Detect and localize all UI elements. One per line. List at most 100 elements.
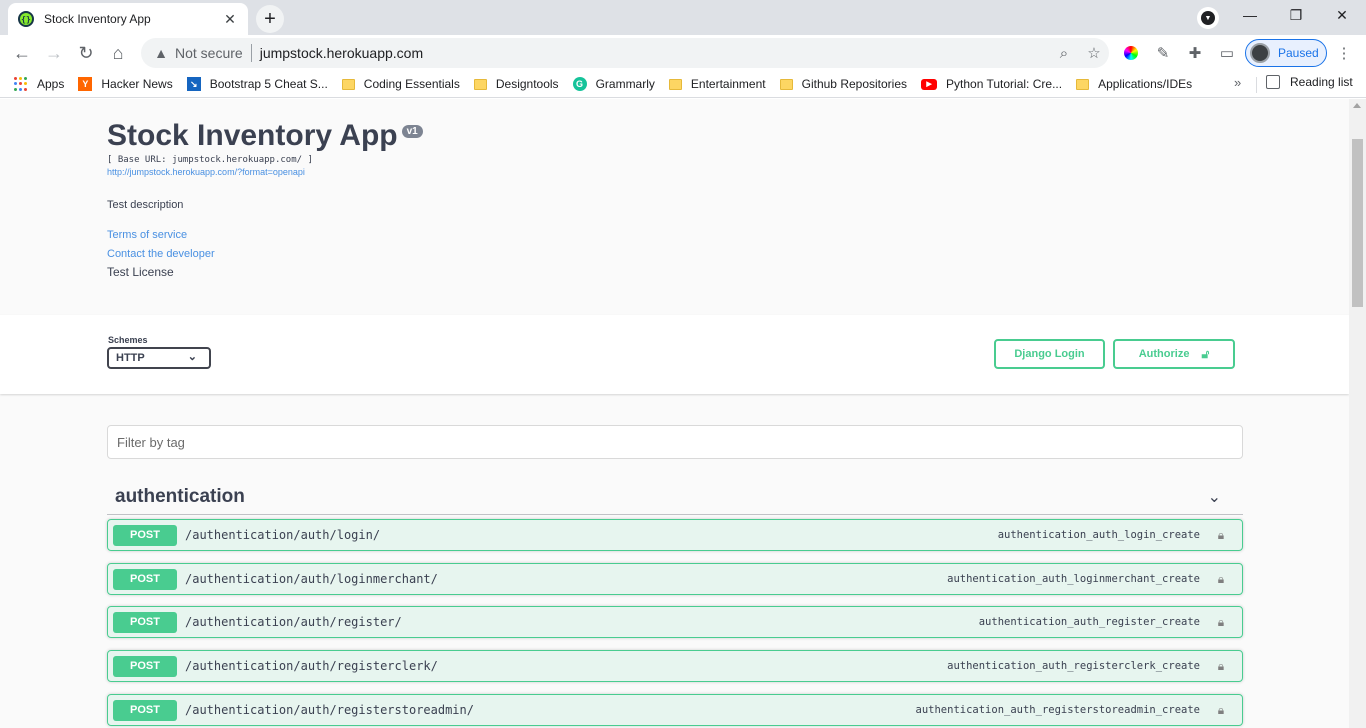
back-arrow-icon[interactable]: ← (7, 38, 37, 68)
bookmark-designtools[interactable]: Designtools (473, 77, 559, 91)
method-badge: POST (113, 524, 177, 546)
lock-icon[interactable]: 🔒︎ (1214, 659, 1228, 674)
vertical-scrollbar[interactable] (1349, 99, 1366, 728)
operation-path: /authentication/auth/registerstoreadmin/ (185, 703, 474, 717)
close-window-button[interactable]: ✕ (1319, 0, 1365, 30)
extensions-puzzle-icon[interactable]: ✚ (1183, 41, 1207, 65)
operation-post-register[interactable]: POST /authentication/auth/register/ auth… (107, 606, 1243, 638)
authorize-button[interactable]: Authorize 🔓︎ (1113, 339, 1235, 369)
operation-id: authentication_auth_login_create (997, 529, 1200, 541)
license-text: Test License (107, 265, 174, 279)
chevron-down-icon: ▼ (1201, 11, 1215, 25)
folder-icon (473, 78, 487, 90)
browser-toolbar: ← → ↻ ⌂ ▲ Not secure jumpstock.herokuapp… (0, 35, 1366, 71)
address-bar[interactable]: ▲ Not secure jumpstock.herokuapp.com ⌕ ☆ (141, 38, 1109, 68)
bookmark-label: Designtools (495, 77, 559, 91)
reload-icon[interactable]: ↻ (71, 38, 101, 68)
contact-developer-link[interactable]: Contact the developer (107, 248, 1243, 260)
minimize-button[interactable]: — (1227, 0, 1273, 30)
bookmark-label: Applications/IDEs (1098, 77, 1193, 91)
profile-button[interactable]: Paused (1245, 39, 1327, 67)
scrollbar-thumb[interactable] (1352, 139, 1363, 307)
tag-section-authentication[interactable]: authentication ⌄ (107, 479, 1243, 515)
folder-icon (668, 78, 682, 90)
bootstrap-icon: ↘ (186, 77, 201, 91)
bookmark-label: Coding Essentials (363, 77, 460, 91)
operation-post-registerstoreadmin[interactable]: POST /authentication/auth/registerstorea… (107, 694, 1243, 726)
cast-icon[interactable]: ▭ (1215, 41, 1239, 65)
lock-icon[interactable]: 🔒︎ (1214, 572, 1228, 587)
bookmark-python-tutorial[interactable]: ▶ Python Tutorial: Cre... (921, 77, 1062, 91)
browser-tab[interactable]: {} Stock Inventory App ✕ (8, 3, 248, 35)
base-url: [ Base URL: jumpstock.herokuapp.com/ ] (107, 155, 313, 165)
bookmark-hacker-news[interactable]: Y Hacker News (78, 77, 173, 91)
swagger-favicon-icon: {} (18, 11, 34, 27)
restore-button[interactable]: ❐ (1273, 0, 1319, 30)
operation-path: /authentication/auth/registerclerk/ (185, 659, 438, 673)
bookmark-label: Grammarly (595, 77, 655, 91)
openapi-spec-link[interactable]: http://jumpstock.herokuapp.com/?format=o… (107, 167, 1243, 177)
close-tab-icon[interactable]: ✕ (222, 11, 238, 27)
more-bookmarks-icon[interactable]: » (1234, 75, 1241, 90)
url-text[interactable]: jumpstock.herokuapp.com (260, 45, 1049, 61)
bookmark-coding-essentials[interactable]: Coding Essentials (341, 77, 460, 91)
bookmark-label: Github Repositories (801, 77, 908, 91)
warning-icon[interactable]: ▲ (153, 45, 169, 61)
unlocked-icon: 🔓︎ (1201, 346, 1210, 361)
bookmark-entertainment[interactable]: Entertainment (668, 77, 766, 91)
forward-arrow-icon[interactable]: → (39, 38, 69, 68)
chevron-down-icon[interactable]: ⌄ (1208, 487, 1221, 507)
security-label[interactable]: Not secure (175, 45, 243, 61)
method-badge: POST (113, 568, 177, 590)
eyedropper-extension-icon[interactable]: ✎ (1151, 41, 1175, 65)
api-info: Stock Inventory App v1 [ Base URL: jumps… (107, 119, 1243, 279)
home-icon[interactable]: ⌂ (103, 38, 133, 68)
operation-post-loginmerchant[interactable]: POST /authentication/auth/loginmerchant/… (107, 563, 1243, 595)
bookmark-github-repositories[interactable]: Github Repositories (779, 77, 908, 91)
terms-of-service-link[interactable]: Terms of service (107, 229, 1243, 241)
filter-by-tag-input[interactable] (107, 425, 1243, 459)
lock-icon[interactable]: 🔒︎ (1214, 703, 1228, 718)
scroll-up-arrow-icon[interactable] (1353, 103, 1361, 108)
operation-post-registerclerk[interactable]: POST /authentication/auth/registerclerk/… (107, 650, 1243, 682)
new-tab-button[interactable]: + (256, 5, 284, 33)
divider (1256, 77, 1257, 93)
method-badge: POST (113, 699, 177, 721)
folder-icon (341, 78, 355, 90)
color-picker-extension-icon[interactable] (1119, 41, 1143, 65)
reading-list-label: Reading list (1290, 75, 1353, 89)
schemes-select[interactable]: HTTP ⌄ (107, 347, 211, 369)
apps-grid-icon (14, 77, 28, 91)
schemes-label: Schemes (108, 335, 148, 345)
operation-post-login[interactable]: POST /authentication/auth/login/ authent… (107, 519, 1243, 551)
zoom-icon[interactable]: ⌕ (1049, 38, 1079, 68)
kebab-menu-icon[interactable]: ⋮ (1332, 41, 1356, 65)
page-title: Stock Inventory App v1 (107, 119, 1243, 153)
bookmark-star-icon[interactable]: ☆ (1079, 38, 1109, 68)
operation-path: /authentication/auth/login/ (185, 528, 381, 542)
tab-search-button[interactable]: ▼ (1197, 7, 1219, 29)
lock-icon[interactable]: 🔒︎ (1214, 615, 1228, 630)
operation-path: /authentication/auth/loginmerchant/ (185, 572, 438, 586)
youtube-icon: ▶ (921, 78, 938, 90)
bookmark-grammarly[interactable]: G Grammarly (572, 77, 655, 91)
bookmark-label: Hacker News (101, 77, 173, 91)
bookmark-bootstrap[interactable]: ↘ Bootstrap 5 Cheat S... (186, 77, 328, 91)
django-login-button[interactable]: Django Login (994, 339, 1105, 369)
bookmark-label: Python Tutorial: Cre... (946, 77, 1063, 91)
lock-icon[interactable]: 🔒︎ (1214, 528, 1228, 543)
bookmark-apps[interactable]: Apps (14, 77, 64, 91)
tab-strip: {} Stock Inventory App ✕ + ▼ — ❐ ✕ (0, 0, 1366, 35)
profile-status: Paused (1278, 46, 1319, 60)
bookmark-applications-ides[interactable]: Applications/IDEs (1076, 77, 1192, 91)
operation-id: authentication_auth_registerclerk_create (947, 660, 1200, 672)
operation-id: authentication_auth_register_create (978, 616, 1200, 628)
scheme-container: Schemes HTTP ⌄ Django Login Authorize 🔓︎ (0, 315, 1349, 394)
django-login-label: Django Login (1014, 348, 1085, 360)
operation-path: /authentication/auth/register/ (185, 615, 402, 629)
reading-list-icon (1266, 75, 1280, 89)
reading-list-button[interactable]: Reading list (1266, 75, 1353, 89)
avatar (1250, 43, 1270, 63)
bookmarks-bar: Apps Y Hacker News ↘ Bootstrap 5 Cheat S… (0, 71, 1366, 98)
api-description: Test description (107, 199, 184, 211)
